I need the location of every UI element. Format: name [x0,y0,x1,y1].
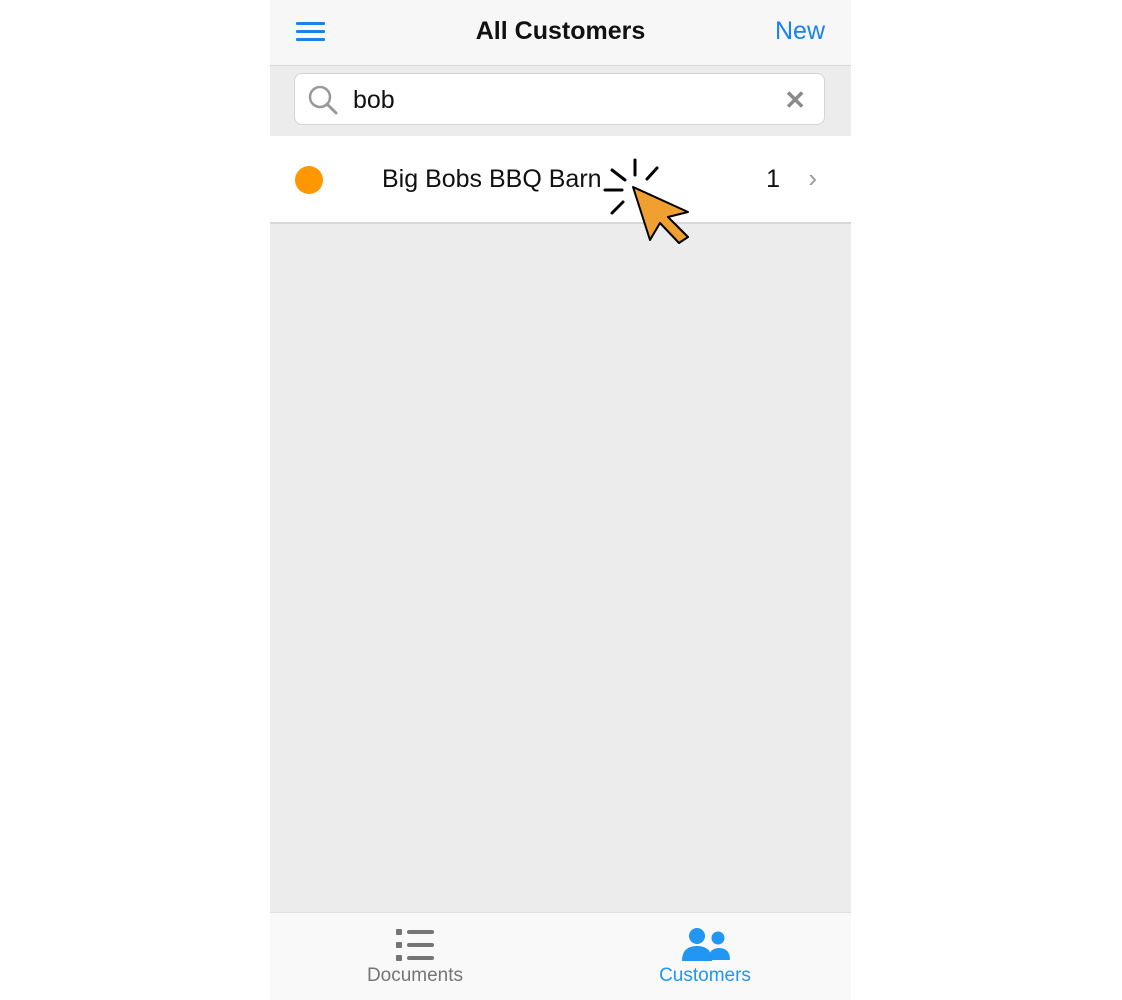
tab-label: Documents [366,965,464,986]
tab-documents[interactable]: Documents [270,913,560,1000]
nav-bar: All Customers New [270,0,851,66]
list-icon [396,929,434,961]
customer-name: Big Bobs BBQ Barn [382,165,602,193]
clear-search-icon[interactable]: ✕ [784,87,806,113]
new-button[interactable]: New [775,17,825,46]
search-icon [308,85,338,115]
page-title: All Customers [475,17,646,45]
click-cursor-icon [603,158,689,244]
tab-label: Customers [659,965,751,986]
search-input[interactable] [351,82,775,118]
users-icon [682,928,730,961]
tab-customers[interactable]: Customers [560,913,850,1000]
status-dot [295,166,323,194]
app: All Customers New ✕ Big Bobs BBQ Barn 1 … [270,0,851,1000]
tab-bar: Documents Customers [270,912,851,1000]
customer-list-item[interactable]: Big Bobs BBQ Barn 1 › [270,136,851,224]
chevron-right-icon: › [808,163,817,193]
search-bar: ✕ [294,73,825,125]
document-count: 1 [766,165,780,193]
